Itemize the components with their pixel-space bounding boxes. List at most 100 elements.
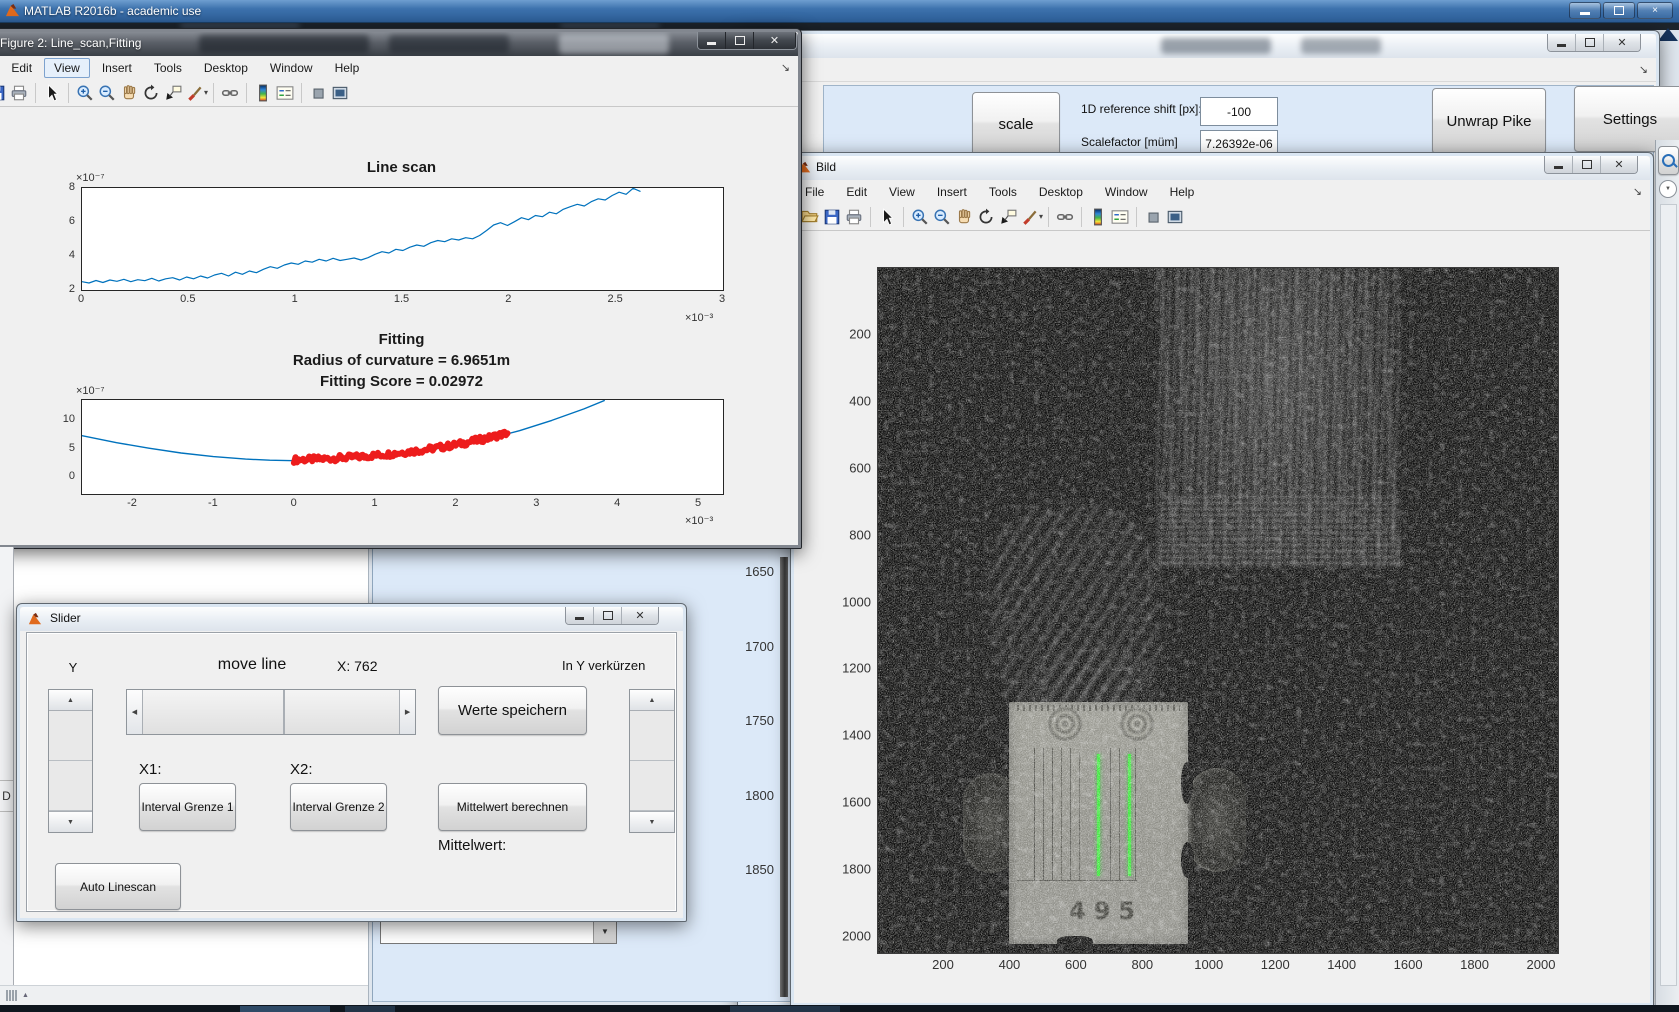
main-restore-button[interactable] — [1603, 2, 1635, 19]
zoom-out-icon[interactable] — [933, 208, 951, 226]
rotate-3d-icon[interactable] — [142, 84, 160, 102]
gui-close-button[interactable]: ✕ — [1604, 34, 1640, 51]
slider-restore-button[interactable] — [594, 607, 622, 624]
brush-dropdown-icon[interactable]: ▾ — [204, 88, 208, 97]
menu-item-edit[interactable]: Edit — [836, 182, 877, 202]
menu-item-edit[interactable]: Edit — [1, 58, 42, 78]
bild-restore-button[interactable] — [1573, 156, 1601, 173]
shorten-down-icon[interactable]: ▼ — [630, 811, 674, 832]
open-icon[interactable] — [801, 208, 819, 226]
statusbar-arrow-icon[interactable]: ▲ — [22, 992, 29, 999]
slider-right-arrow-icon[interactable]: ▶ — [400, 690, 415, 734]
zoom-out-icon[interactable] — [98, 84, 116, 102]
print-icon[interactable] — [845, 208, 863, 226]
interval-grenze-2-button[interactable]: Interval Grenze 2 — [290, 783, 387, 831]
bild-minimize-button[interactable] — [1545, 156, 1573, 173]
main-close-button[interactable]: × — [1637, 2, 1673, 19]
bild-dock-arrow-icon[interactable]: ↘ — [1633, 185, 1642, 198]
mittelwert-berechnen-button[interactable]: Mittelwert berechnen — [438, 783, 587, 831]
data-cursor-icon[interactable] — [999, 208, 1017, 226]
slider-close-button[interactable]: ✕ — [622, 607, 658, 624]
slider-left-arrow-icon[interactable]: ◀ — [127, 690, 142, 734]
gui-titlebar[interactable]: ✕ — [741, 34, 1656, 58]
taskbar-item[interactable] — [730, 1006, 840, 1012]
figure-dock-arrow-icon[interactable]: ↘ — [781, 61, 790, 74]
zoom-in-icon[interactable] — [911, 208, 929, 226]
figure-restore-button[interactable] — [726, 32, 754, 49]
slider-thumb-a[interactable] — [142, 690, 284, 734]
statusbar-grip-icon[interactable] — [6, 990, 8, 1001]
bild-titlebar[interactable]: Bild ✕ — [794, 156, 1650, 180]
unwrap-pike-button[interactable]: Unwrap Pike — [1432, 88, 1546, 154]
brush-icon[interactable] — [186, 84, 204, 102]
y-slider-track[interactable] — [49, 711, 92, 761]
collapse-triangle-icon[interactable] — [1658, 28, 1678, 41]
shorten-track[interactable] — [630, 711, 674, 761]
move-line-slider[interactable]: ◀ ▶ — [126, 689, 416, 735]
y-slider[interactable]: ▲ ▼ — [48, 689, 93, 833]
menu-item-desktop[interactable]: Desktop — [1029, 182, 1093, 202]
brush-dropdown-icon[interactable]: ▾ — [1039, 212, 1043, 221]
save-icon[interactable] — [0, 84, 6, 102]
auto-linescan-button[interactable]: Auto Linescan — [55, 863, 181, 910]
data-cursor-icon[interactable] — [164, 84, 182, 102]
pan-icon[interactable] — [955, 208, 973, 226]
print-icon[interactable] — [10, 84, 28, 102]
figure-close-button[interactable]: ✕ — [754, 32, 796, 49]
menu-item-desktop[interactable]: Desktop — [194, 58, 258, 78]
menu-item-help[interactable]: Help — [1160, 182, 1205, 202]
save-icon[interactable] — [823, 208, 841, 226]
cursor-icon[interactable] — [43, 84, 61, 102]
chevron-down-circle-icon[interactable]: ▼ — [1659, 180, 1677, 198]
figure-titlebar[interactable]: Figure 2: Line_scan,Fitting ✕ — [0, 32, 798, 56]
slider-thumb-b[interactable] — [284, 690, 400, 734]
ref-shift-input[interactable]: -100 — [1200, 97, 1278, 126]
y-slider-down-icon[interactable]: ▼ — [49, 811, 92, 832]
gui-dock-arrow-icon[interactable]: ↘ — [1639, 63, 1648, 76]
dock-figure-icon[interactable] — [1144, 208, 1162, 226]
y-slider-up-icon[interactable]: ▲ — [49, 690, 92, 711]
insert-legend-icon[interactable] — [276, 84, 294, 102]
y-slider-track2[interactable] — [49, 761, 92, 811]
menu-item-view[interactable]: View — [44, 58, 90, 78]
shorten-track2[interactable] — [630, 761, 674, 811]
insert-legend-icon[interactable] — [1111, 208, 1129, 226]
rotate-3d-icon[interactable] — [977, 208, 995, 226]
slider-minimize-button[interactable] — [566, 607, 594, 624]
menu-item-tools[interactable]: Tools — [144, 58, 192, 78]
brush-icon[interactable] — [1021, 208, 1039, 226]
slider-titlebar[interactable]: Slider ✕ — [20, 607, 683, 631]
interval-grenze-1-button[interactable]: Interval Grenze 1 — [139, 783, 236, 831]
right-scrollbar[interactable] — [1660, 204, 1677, 986]
menu-item-help[interactable]: Help — [325, 58, 370, 78]
main-minimize-button[interactable] — [1569, 2, 1601, 19]
menu-item-window[interactable]: Window — [260, 58, 323, 78]
menu-item-insert[interactable]: Insert — [927, 182, 977, 202]
dock-window-icon[interactable] — [331, 84, 349, 102]
search-icon[interactable] — [1658, 146, 1679, 175]
dock-window-icon[interactable] — [1166, 208, 1184, 226]
insert-colorbar-icon[interactable] — [254, 84, 272, 102]
menu-item-window[interactable]: Window — [1095, 182, 1158, 202]
docked-strip-label[interactable]: D — [0, 780, 13, 812]
menu-item-insert[interactable]: Insert — [92, 58, 142, 78]
taskbar-item[interactable] — [345, 1006, 395, 1012]
link-plot-icon[interactable] — [1056, 208, 1074, 226]
gui-minimize-button[interactable] — [1548, 34, 1576, 51]
windows-taskbar[interactable] — [0, 1005, 1679, 1012]
cursor-icon[interactable] — [878, 208, 896, 226]
werte-speichern-button[interactable]: Werte speichern — [438, 686, 587, 735]
bild-image-axes[interactable]: 495 — [877, 267, 1559, 954]
insert-colorbar-icon[interactable] — [1089, 208, 1107, 226]
scale-button[interactable]: scale — [972, 92, 1060, 156]
shorten-y-slider[interactable]: ▲ ▼ — [629, 689, 675, 833]
dock-figure-icon[interactable] — [309, 84, 327, 102]
figure-minimize-button[interactable] — [698, 32, 726, 49]
dropdown-arrow-icon[interactable]: ▼ — [593, 919, 616, 943]
taskbar-item[interactable] — [240, 1006, 330, 1012]
shorten-up-icon[interactable]: ▲ — [630, 690, 674, 711]
bild-close-button[interactable]: ✕ — [1601, 156, 1637, 173]
zoom-in-icon[interactable] — [76, 84, 94, 102]
gui-restore-button[interactable] — [1576, 34, 1604, 51]
pan-icon[interactable] — [120, 84, 138, 102]
